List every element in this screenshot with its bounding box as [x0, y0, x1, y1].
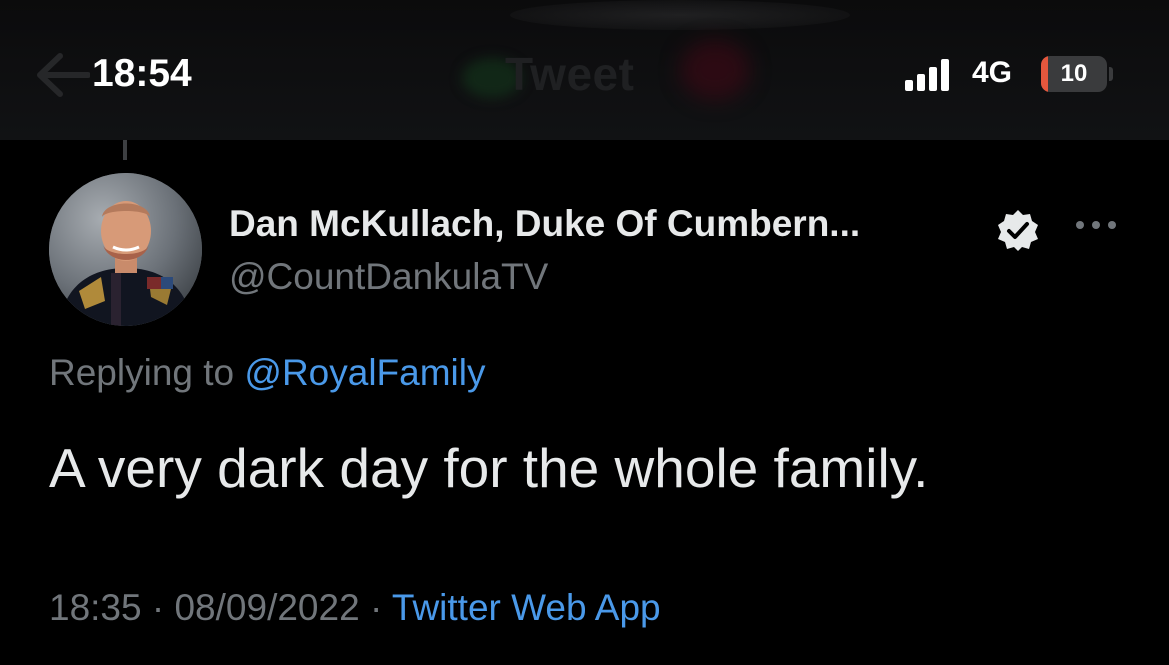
tweet-date: 08/09/2022 [174, 587, 360, 628]
tweet-text: A very dark day for the whole family. [49, 437, 929, 499]
avatar-photo [49, 173, 202, 326]
replying-to-line: Replying to @RoyalFamily [49, 352, 486, 394]
meta-separator: · [141, 587, 175, 628]
signal-bar [929, 67, 937, 91]
author-display-name[interactable]: Dan McKullach, Duke Of Cumbern... [229, 203, 860, 245]
tweet-time: 18:35 [49, 587, 142, 628]
header-bar: Tweet 18:54 4G 10 [0, 0, 1169, 140]
replying-mention-link[interactable]: @RoyalFamily [244, 352, 485, 393]
header-glow [510, 0, 850, 30]
back-arrow-icon[interactable] [34, 52, 90, 98]
battery-icon: 10 [1041, 56, 1107, 92]
author-handle[interactable]: @CountDankulaTV [229, 256, 548, 298]
header-title: Tweet [505, 48, 635, 100]
signal-bar [905, 80, 913, 91]
tweet-detail-screen: Tweet 18:54 4G 10 Dan McKullach, Duke Of… [0, 0, 1169, 665]
signal-bar [917, 74, 925, 91]
meta-separator: · [359, 587, 392, 628]
verified-badge-icon [998, 210, 1038, 251]
thread-connector [123, 140, 127, 160]
signal-strength-icon [905, 57, 959, 91]
tweet-source-link[interactable]: Twitter Web App [392, 587, 661, 628]
tweet-meta: 18:35 · 08/09/2022 · Twitter Web App [49, 587, 661, 629]
battery-level: 10 [1060, 60, 1088, 87]
status-time: 18:54 [92, 52, 192, 95]
avatar[interactable] [49, 173, 202, 326]
header-blur-red [680, 40, 750, 100]
replying-prefix: Replying to [49, 352, 245, 393]
more-options-icon[interactable] [1073, 205, 1119, 245]
battery-tip [1109, 67, 1113, 81]
network-type: 4G [972, 56, 1013, 89]
signal-bar [941, 59, 949, 91]
